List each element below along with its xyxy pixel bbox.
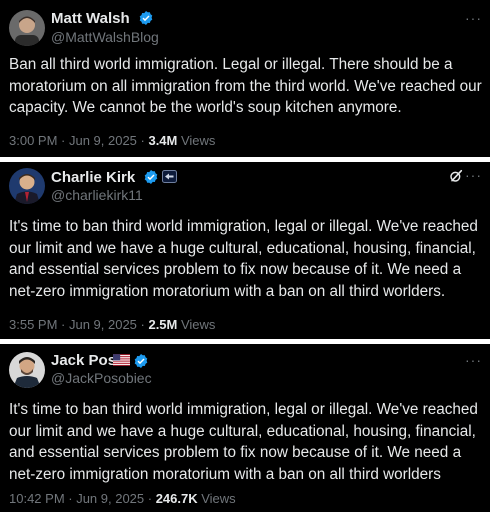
tweet-timestamp[interactable]: 3:55 PM · Jun 9, 2025 · bbox=[9, 317, 148, 332]
views-label: Views bbox=[177, 133, 216, 148]
tweet-meta: 3:55 PM · Jun 9, 2025 · 2.5M Views bbox=[9, 317, 215, 332]
tweet-text: It's time to ban third world immigration… bbox=[9, 218, 478, 300]
more-icon[interactable]: ··· bbox=[465, 167, 482, 183]
us-flag-icon bbox=[113, 354, 130, 366]
view-count: 3.4M bbox=[148, 133, 178, 148]
tweet-timestamp[interactable]: 10:42 PM · Jun 9, 2025 · bbox=[9, 491, 156, 506]
grok-icon[interactable] bbox=[448, 168, 464, 184]
views-label: Views bbox=[177, 317, 216, 332]
author-name[interactable]: Matt Walsh bbox=[51, 10, 130, 27]
view-count: 246.7K bbox=[155, 491, 198, 506]
verified-badge-icon bbox=[144, 170, 158, 184]
view-count: 2.5M bbox=[148, 317, 178, 332]
views-label: Views bbox=[197, 491, 236, 506]
tweet-card-charlie-kirk[interactable]: Charlie Kirk @charliekirk11 ··· It's tim… bbox=[0, 162, 490, 339]
author-name[interactable]: Charlie Kirk bbox=[51, 169, 135, 186]
more-icon[interactable]: ··· bbox=[465, 10, 482, 26]
avatar[interactable] bbox=[9, 352, 45, 388]
author-handle[interactable]: @MattWalshBlog bbox=[51, 29, 159, 45]
tweet-meta: 10:42 PM · Jun 9, 2025 · 246.7K Views bbox=[9, 491, 236, 506]
verified-badge-icon bbox=[139, 11, 153, 25]
avatar[interactable] bbox=[9, 168, 45, 204]
tweet-timestamp[interactable]: 3:00 PM · Jun 9, 2025 · bbox=[9, 133, 148, 148]
more-icon[interactable]: ··· bbox=[465, 352, 482, 368]
tweet-text: Ban all third world immigration. Legal o… bbox=[9, 56, 482, 116]
author-handle[interactable]: @JackPosobiec bbox=[51, 370, 152, 386]
tweet-meta: 3:00 PM · Jun 9, 2025 · 3.4M Views bbox=[9, 133, 215, 148]
author-handle[interactable]: @charliekirk11 bbox=[51, 187, 143, 203]
tweet-card-matt-walsh[interactable]: Matt Walsh @MattWalshBlog ··· Ban all th… bbox=[0, 0, 490, 157]
verified-badge-icon bbox=[134, 354, 148, 368]
affiliate-badge-icon[interactable] bbox=[162, 170, 177, 183]
tweet-text: It's time to ban third world immigration… bbox=[9, 401, 478, 483]
tweet-card-jack-poso[interactable]: Jack Poso @JackPosobiec ··· It's time to… bbox=[0, 344, 490, 512]
avatar[interactable] bbox=[9, 10, 45, 46]
